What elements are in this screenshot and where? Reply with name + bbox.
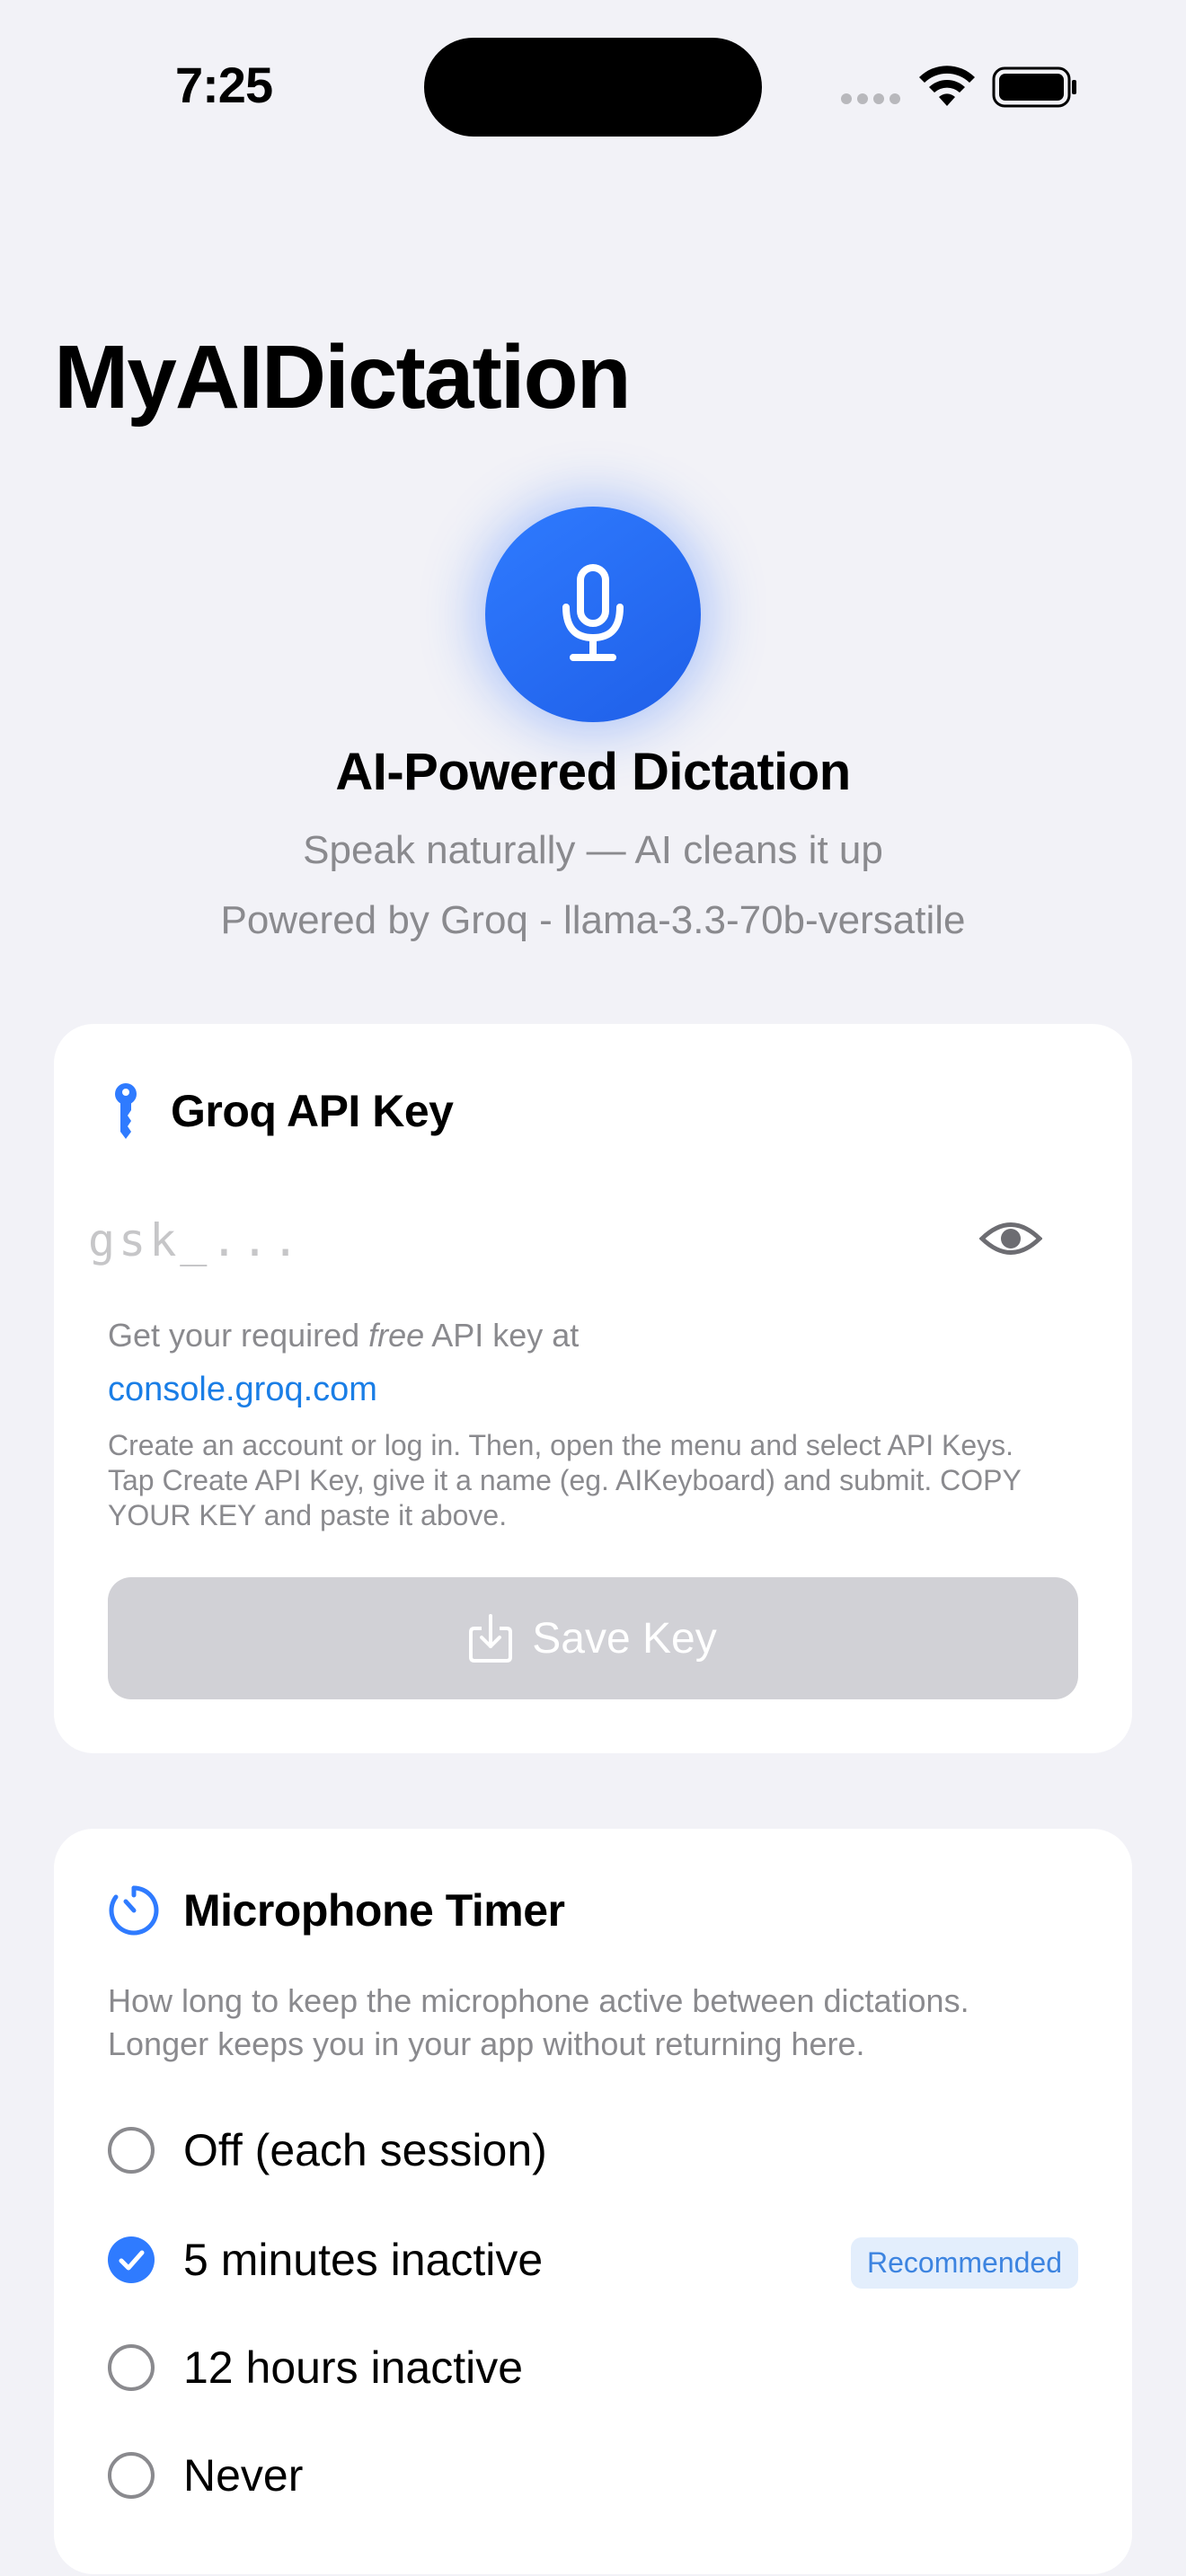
timer-icon: [109, 1885, 159, 1936]
status-bar: 7:25: [0, 0, 1186, 180]
hero-title: AI-Powered Dictation: [335, 743, 851, 801]
mic-button[interactable]: [485, 507, 701, 722]
save-icon: [469, 1614, 513, 1663]
api-key-title: Groq API Key: [171, 1086, 454, 1136]
wifi-icon: [919, 66, 975, 106]
groq-console-link[interactable]: console.groq.com: [108, 1371, 377, 1409]
eye-icon[interactable]: [979, 1216, 1042, 1261]
radio-unchecked-icon[interactable]: [108, 2344, 155, 2391]
option-label: Never: [183, 2450, 304, 2501]
key-icon: [115, 1083, 137, 1139]
save-key-label: Save Key: [532, 1614, 717, 1663]
save-key-button[interactable]: Save Key: [108, 1577, 1078, 1699]
hero-subtitle: Speak naturally — AI cleans it up: [303, 828, 883, 872]
timer-option-off[interactable]: Off (each session): [108, 2114, 1078, 2186]
battery-icon: [992, 66, 1076, 108]
option-label: 5 minutes inactive: [183, 2235, 544, 2285]
option-label: 12 hours inactive: [183, 2342, 524, 2393]
radio-unchecked-icon[interactable]: [108, 2452, 155, 2499]
api-key-input[interactable]: [86, 1204, 898, 1277]
timer-title: Microphone Timer: [183, 1885, 565, 1936]
timer-option-5-minutes[interactable]: 5 minutes inactive Recommended: [108, 2224, 1078, 2296]
status-time: 7:25: [175, 57, 273, 113]
timer-description: How long to keep the microphone active b…: [108, 1982, 969, 2062]
recommended-badge: Recommended: [851, 2237, 1078, 2289]
timer-header: Microphone Timer: [108, 1884, 565, 1936]
option-label: Off (each session): [183, 2125, 547, 2175]
mic-icon: [562, 564, 624, 661]
api-key-instructions: Create an account or log in. Then, open …: [108, 1429, 1022, 1531]
timer-option-never[interactable]: Never: [108, 2439, 1078, 2511]
dynamic-island: [424, 38, 762, 137]
powered-by-text: Powered by Groq - llama-3.3-70b-versatil…: [220, 898, 966, 942]
radio-checked-icon[interactable]: [108, 2236, 155, 2283]
timer-option-12-hours[interactable]: 12 hours inactive: [108, 2332, 1078, 2404]
api-key-help: Get your required free API key at: [108, 1317, 580, 1354]
cellular-signal-icon: [841, 93, 902, 104]
checkmark-icon: [119, 2250, 145, 2271]
radio-unchecked-icon[interactable]: [108, 2127, 155, 2174]
api-key-header: Groq API Key: [108, 1081, 454, 1141]
page-title: MyAIDictation: [54, 327, 632, 428]
